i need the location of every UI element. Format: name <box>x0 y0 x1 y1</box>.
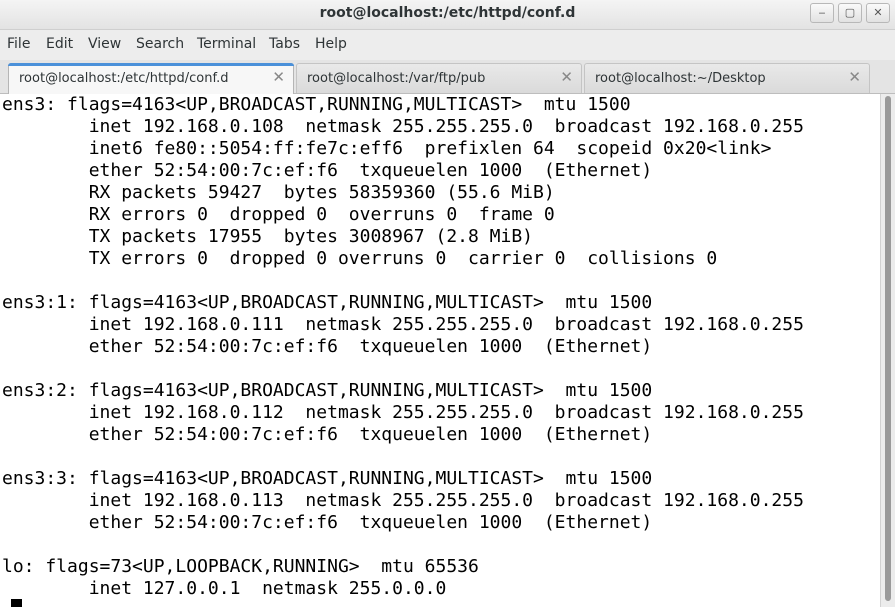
terminal-line: ens3:2: flags=4163<UP,BROADCAST,RUNNING,… <box>2 380 653 401</box>
tab-desktop[interactable]: root@localhost:~/Desktop ✕ <box>584 63 870 93</box>
terminal-line: RX errors 0 dropped 0 overruns 0 frame 0 <box>2 204 555 225</box>
title-bar[interactable]: root@localhost:/etc/httpd/conf.d ‒ ▢ ✕ <box>0 0 895 30</box>
minimize-button[interactable]: ‒ <box>810 3 834 23</box>
menu-edit[interactable]: Edit <box>46 36 73 52</box>
tab-close-icon[interactable]: ✕ <box>560 68 573 86</box>
menu-file[interactable]: File <box>7 36 30 52</box>
window-title: root@localhost:/etc/httpd/conf.d <box>319 5 576 21</box>
menu-bar: File Edit View Search Terminal Tabs Help <box>0 30 895 60</box>
menu-search[interactable]: Search <box>136 36 184 52</box>
menu-terminal[interactable]: Terminal <box>197 36 256 52</box>
tab-ftp-pub[interactable]: root@localhost:/var/ftp/pub ✕ <box>296 63 582 93</box>
close-window-button[interactable]: ✕ <box>866 3 890 23</box>
terminal-line: inet6 fe80::5054:ff:fe7c:eff6 prefixlen … <box>2 138 772 159</box>
terminal-line: inet 192.168.0.111 netmask 255.255.255.0… <box>2 314 804 335</box>
terminal-line: ether 52:54:00:7c:ef:f6 txqueuelen 1000 … <box>2 424 653 445</box>
terminal-line: inet 127.0.0.1 netmask 255.0.0.0 <box>2 578 447 599</box>
terminal-line: inet 192.168.0.113 netmask 255.255.255.0… <box>2 490 804 511</box>
tab-close-icon[interactable]: ✕ <box>848 68 861 86</box>
scrollbar-thumb[interactable] <box>885 96 891 601</box>
terminal-line: ens3: flags=4163<UP,BROADCAST,RUNNING,MU… <box>2 94 631 115</box>
tab-label: root@localhost:/etc/httpd/conf.d <box>19 71 229 86</box>
terminal-line: RX packets 59427 bytes 58359360 (55.6 Mi… <box>2 182 555 203</box>
menu-help[interactable]: Help <box>315 36 347 52</box>
terminal-line: inet 192.168.0.108 netmask 255.255.255.0… <box>2 116 804 137</box>
terminal-line: ether 52:54:00:7c:ef:f6 txqueuelen 1000 … <box>2 160 653 181</box>
terminal-line: TX errors 0 dropped 0 overruns 0 carrier… <box>2 248 718 269</box>
terminal-line: lo: flags=73<UP,LOOPBACK,RUNNING> mtu 65… <box>2 556 479 577</box>
maximize-button[interactable]: ▢ <box>838 3 862 23</box>
terminal-line: ether 52:54:00:7c:ef:f6 txqueuelen 1000 … <box>2 512 653 533</box>
terminal-output[interactable]: ens3: flags=4163<UP,BROADCAST,RUNNING,MU… <box>0 94 880 607</box>
terminal-line: ens3:1: flags=4163<UP,BROADCAST,RUNNING,… <box>2 292 653 313</box>
terminal-line: inet 192.168.0.112 netmask 255.255.255.0… <box>2 402 804 423</box>
menu-view[interactable]: View <box>88 36 121 52</box>
vertical-scrollbar[interactable] <box>880 94 895 607</box>
tab-close-icon[interactable]: ✕ <box>272 68 285 86</box>
tab-httpd-conf[interactable]: root@localhost:/etc/httpd/conf.d ✕ <box>8 63 294 94</box>
terminal-line: ens3:3: flags=4163<UP,BROADCAST,RUNNING,… <box>2 468 653 489</box>
terminal-line: ether 52:54:00:7c:ef:f6 txqueuelen 1000 … <box>2 336 653 357</box>
tab-label: root@localhost:/var/ftp/pub <box>307 71 486 86</box>
text-cursor <box>11 599 22 607</box>
menu-tabs[interactable]: Tabs <box>269 36 300 52</box>
terminal-line: TX packets 17955 bytes 3008967 (2.8 MiB) <box>2 226 534 247</box>
tab-label: root@localhost:~/Desktop <box>595 71 766 86</box>
tab-bar: root@localhost:/etc/httpd/conf.d ✕ root@… <box>0 60 895 94</box>
